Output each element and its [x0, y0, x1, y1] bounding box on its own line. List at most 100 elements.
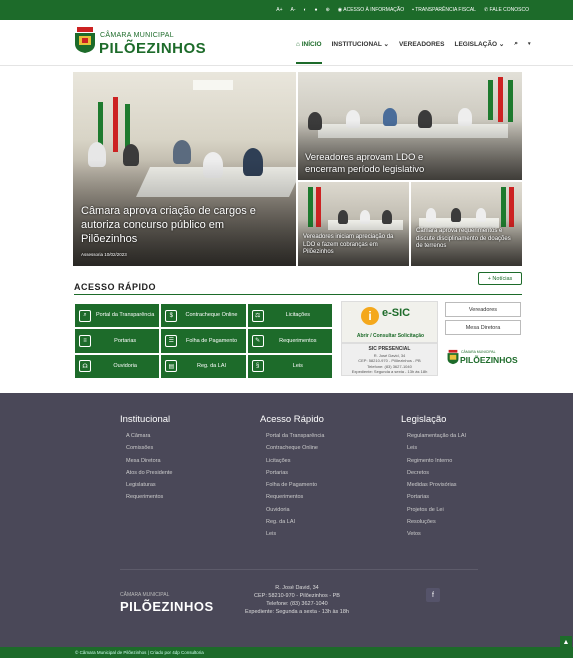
- news-card-main[interactable]: Câmara aprova criação de cargos e autori…: [73, 72, 296, 266]
- footer-link[interactable]: Reg. da LAI: [266, 516, 324, 528]
- esic-title: e-SIC: [382, 307, 411, 319]
- footer-link[interactable]: Atos do Presidente: [126, 467, 172, 479]
- news-meta-main: Assessoria 10/02/2023: [81, 252, 127, 257]
- news-card-bottom-left[interactable]: Vereadores iniciam apreciação da LDO e f…: [298, 182, 409, 266]
- footer-link[interactable]: Requerimentos: [266, 491, 324, 503]
- gavel-icon: ⚖: [251, 309, 264, 322]
- access-info-link[interactable]: ◉ ACESSO À INFORMAÇÃO: [338, 7, 404, 13]
- footer-column-acesso-rapido: Acesso Rápido Portal da Transparência Co…: [260, 414, 324, 541]
- footer-link[interactable]: Portal da Transparência: [266, 430, 324, 442]
- quick-link-folha[interactable]: ☰ Folha de Pagamento: [161, 329, 246, 353]
- footer-divider: [120, 569, 478, 570]
- footer-link[interactable]: Leis: [266, 528, 324, 540]
- search-chart-icon: ⌕: [79, 309, 91, 322]
- quick-access-title: ACESSO RÁPIDO: [74, 282, 157, 292]
- footer-link[interactable]: Folha de Pagamento: [266, 479, 324, 491]
- section-divider: [74, 294, 522, 295]
- register-icon: ▤: [165, 360, 178, 373]
- footer-link[interactable]: Legislaturas: [126, 479, 172, 491]
- headset-icon: ☊: [79, 360, 91, 373]
- footer-link[interactable]: Regulamentação da LAI: [407, 430, 466, 442]
- font-increase-button[interactable]: A+: [276, 7, 282, 13]
- info-icon: i: [361, 307, 379, 325]
- esic-subtitle: Abrir / Consultar Solicitação: [356, 333, 425, 339]
- facebook-icon[interactable]: f: [426, 588, 440, 602]
- news-card-top-right[interactable]: Vereadores aprovam LDO e encerram períod…: [298, 72, 522, 180]
- address-line: CEP: 58210-970 - Pilõezinhos - PB: [254, 592, 340, 599]
- chevron-down-icon[interactable]: ▾: [528, 41, 531, 47]
- footer-link[interactable]: Decretos: [407, 467, 466, 479]
- side-logo-subtitle: CÂMARA MUNICIPAL: [461, 350, 496, 354]
- sic-presencial-box: SIC PRESENCIAL R. José David, 34 CEP: 58…: [341, 343, 438, 376]
- quick-link-requerimentos[interactable]: ✎ Requerimentos: [247, 329, 332, 353]
- quick-link-transparencia[interactable]: ⌕ Portal da Transparência: [75, 304, 160, 328]
- nav-vereadores[interactable]: VEREADORES: [399, 41, 445, 48]
- contrast-icon[interactable]: ◐: [304, 7, 307, 13]
- news-hero: Câmara aprova criação de cargos e autori…: [73, 72, 522, 266]
- more-news-button[interactable]: + Notícias: [478, 272, 522, 285]
- footer-logo-title[interactable]: PILÕEZINHOS: [120, 599, 214, 614]
- sic-line: Telefone: (83) 3627-1040: [367, 363, 412, 369]
- news-card-bottom-right[interactable]: Câmara aprova requerimentos e discute di…: [411, 182, 522, 266]
- esic-banner[interactable]: i e-SIC Abrir / Consultar Solicitação: [341, 301, 438, 343]
- footer-heading: Legislação: [401, 414, 447, 425]
- mesa-diretora-button[interactable]: Mesa Diretora: [445, 320, 521, 335]
- footer-column-legislacao: Legislação Regulamentação da LAI Leis Re…: [401, 414, 466, 541]
- quick-link-portarias[interactable]: ≡ Portarias: [75, 329, 160, 353]
- footer-link[interactable]: Ouvidoria: [266, 504, 324, 516]
- footer-link[interactable]: Portarias: [407, 491, 466, 503]
- footer-heading: Acesso Rápido: [260, 414, 324, 425]
- logo-title[interactable]: PILÕEZINHOS: [99, 40, 206, 57]
- quick-link-reg-lai[interactable]: ▤ Reg. da LAI: [161, 354, 246, 378]
- quick-link-leis[interactable]: § Leis: [247, 354, 332, 378]
- search-icon[interactable]: ⌕: [514, 40, 518, 48]
- quick-link-contracheque[interactable]: $ Contracheque Online: [161, 304, 246, 328]
- nav-legislacao[interactable]: LEGISLAÇÃO ⌄: [454, 40, 504, 48]
- address-line: Expediente: Segunda a sexta - 13h às 18h: [245, 608, 349, 615]
- back-to-top-icon[interactable]: ▲: [560, 636, 572, 648]
- news-title-top-right[interactable]: Vereadores aprovam LDO e encerram períod…: [305, 152, 465, 176]
- home-icon: ⌂: [296, 40, 300, 48]
- sic-line: R. José David, 34: [373, 352, 406, 358]
- news-title-bottom-left[interactable]: Vereadores iniciam apreciação da LDO e f…: [303, 234, 403, 257]
- news-title-bottom-right[interactable]: Câmara aprova requerimentos e discute di…: [416, 228, 516, 251]
- law-icon: §: [251, 360, 264, 373]
- footer-link[interactable]: Portarias: [266, 467, 324, 479]
- footer-link[interactable]: Requerimentos: [126, 491, 172, 503]
- footer-link[interactable]: Vetos: [407, 528, 466, 540]
- footer-link[interactable]: Mesa Diretora: [126, 455, 172, 467]
- address-line: R. José David, 34: [275, 585, 319, 591]
- address-line: Telefone: (83) 3627-1040: [266, 600, 328, 607]
- quick-access-grid: ⌕ Portal da Transparência $ Contracheque O…: [75, 304, 332, 378]
- footer-link[interactable]: Comissões: [126, 442, 172, 454]
- transparency-link[interactable]: ▪ TRANSPARÊNCIA FISCAL: [412, 7, 476, 13]
- footer-column-institucional: Institucional A Câmara Comissões Mesa Di…: [120, 414, 172, 504]
- footer-link[interactable]: Leis: [407, 442, 466, 454]
- quick-link-ouvidoria[interactable]: ☊ Ouvidoria: [75, 354, 160, 378]
- font-decrease-button[interactable]: A-: [291, 7, 296, 13]
- crest-small-icon: [447, 349, 459, 365]
- footer-heading: Institucional: [120, 414, 171, 425]
- sic-title: SIC PRESENCIAL: [368, 346, 411, 352]
- footer-link[interactable]: Resoluções: [407, 516, 466, 528]
- footer-link[interactable]: Licitações: [266, 455, 324, 467]
- payroll-icon: ☰: [165, 334, 178, 347]
- vereadores-button[interactable]: Vereadores: [445, 302, 521, 317]
- footer-link[interactable]: Contracheque Online: [266, 442, 324, 454]
- nav-home[interactable]: ⌂ INÍCIO: [296, 41, 322, 64]
- footer-link[interactable]: Projetos de Lei: [407, 504, 466, 516]
- footer-link[interactable]: A Câmara: [126, 430, 172, 442]
- crest-logo-icon[interactable]: [74, 27, 96, 53]
- main-nav: ⌂ INÍCIO INSTITUCIONAL ⌄ VEREADORES LEGI…: [296, 40, 531, 64]
- document-icon: ≡: [79, 334, 91, 347]
- quick-link-licitacoes[interactable]: ⚖ Licitações: [247, 304, 332, 328]
- nav-institucional[interactable]: INSTITUCIONAL ⌄: [332, 40, 389, 48]
- accessibility-icon[interactable]: ●: [315, 7, 318, 13]
- news-title-main[interactable]: Câmara aprova criação de cargos e autori…: [81, 205, 261, 246]
- footer-link[interactable]: Medidas Provisórias: [407, 479, 466, 491]
- footer-logo-subtitle: CÂMARA MUNICIPAL: [120, 592, 170, 598]
- sitemap-icon[interactable]: ⊕: [326, 7, 330, 13]
- footer-link[interactable]: Regimento Interno: [407, 455, 466, 467]
- side-logo[interactable]: CÂMARA MUNICIPAL PILÕEZINHOS: [447, 347, 521, 369]
- contact-link[interactable]: ✆ FALE CONOSCO: [484, 7, 529, 13]
